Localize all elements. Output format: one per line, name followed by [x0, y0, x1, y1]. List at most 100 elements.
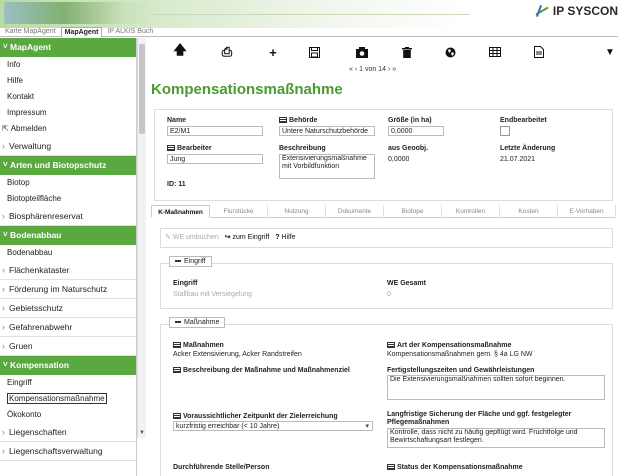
sidebar-scrollbar[interactable]: ▼ — [137, 38, 146, 438]
beschreibung-textarea[interactable]: Extensivierungsmaßnahme mit Vorbildfunkt… — [279, 154, 375, 179]
page-title: Kompensationsmaßnahme — [151, 81, 343, 98]
sidebar-cat-verwaltung[interactable]: Verwaltung — [0, 137, 136, 156]
globe-icon[interactable] — [441, 43, 459, 61]
sidebar-cat-flaechenkataster[interactable]: Flächenkataster — [0, 261, 136, 280]
sidebar-item-biotopteilflaeche[interactable]: Biotopteilfläche — [0, 191, 136, 207]
list-icon — [279, 117, 287, 124]
sidebar-cat-liegenschaftsverwaltung[interactable]: Liegenschaftsverwaltung — [0, 442, 136, 461]
eingriff-section-toggle[interactable]: Eingriff — [169, 256, 212, 267]
massnahme-section-toggle[interactable]: Maßnahme — [169, 317, 226, 328]
landscape-logo — [4, 2, 154, 24]
brand-name: IP SYSCON — [552, 4, 618, 18]
we-gesamt-field: WE Gesamt 0 — [387, 280, 587, 298]
art-label: Art der Kompensationsmaßnahme — [387, 342, 511, 349]
groesse-label: Größe (in ha) — [388, 117, 432, 124]
sidebar-cat-liegenschaften[interactable]: Liegenschaften — [0, 423, 136, 442]
name-input[interactable]: E2/M1 — [167, 126, 263, 136]
trash-icon[interactable] — [398, 43, 416, 61]
save-icon[interactable] — [305, 43, 323, 61]
massnahmen-value: Acker Extensivierung, Acker Randstreifen — [173, 351, 302, 358]
sidebar-item-label: Abmelden — [10, 124, 47, 133]
bearbeiter-label: Bearbeiter — [167, 145, 263, 154]
record-pager[interactable]: « ‹ 1 von 14 › » — [349, 66, 396, 73]
arrow-up-icon[interactable]: 🡅 — [171, 42, 189, 61]
header-banner: IP SYSCON — [0, 0, 618, 28]
tab-kosten[interactable]: Kosten — [500, 205, 558, 218]
stelle-label: Durchführende Stelle/Person — [173, 464, 270, 471]
eingriff-value: Stallbau mit Versiegelung — [173, 291, 252, 298]
sidebar-cat-gruen[interactable]: Gruen — [0, 337, 136, 356]
logout-icon: ⇱ — [2, 124, 9, 133]
fertigstellung-field: Fertigstellungszeiten und Gewährleistung… — [387, 365, 605, 400]
sidebar-item-biotop[interactable]: Biotop — [0, 175, 136, 191]
brand-mark-icon — [534, 4, 550, 18]
tab-karte-mapagent[interactable]: Karte MapAgent — [2, 27, 59, 36]
sidebar-cat-biosphaere[interactable]: Biosphärenreservat — [0, 207, 136, 226]
endbearbeitet-label: Endbearbeitet — [500, 117, 547, 124]
tab-kontrollen[interactable]: Kontrollen — [442, 205, 500, 218]
we-umbuchen-button[interactable]: ✎ WE umbuchen — [165, 234, 219, 241]
bearbeiter-input[interactable]: Jung — [167, 154, 263, 164]
sidebar-header-mapagent[interactable]: MapAgent — [0, 38, 136, 57]
massnahmen-field: Maßnahmen Acker Extensivierung, Acker Ra… — [173, 340, 373, 358]
status-label: Status der Kompensationsmaßnahme — [387, 464, 523, 471]
sidebar-item-eingriff[interactable]: Eingriff — [0, 375, 136, 391]
art-value: Kompensationsmaßnahmen gem. § 4a LG NW — [387, 351, 533, 358]
sidebar-item-bodenabbau[interactable]: Bodenabbau — [0, 245, 136, 261]
zeitpunkt-label: Voraussichtlicher Zeitpunkt der Zielerre… — [173, 413, 338, 420]
plus-icon[interactable]: + — [264, 43, 282, 61]
geoobj-field: aus Geoobj. 0,0000 — [388, 145, 458, 163]
sicherung-textarea[interactable]: Kontrolle, dass nicht zu häufig gepflügt… — [387, 428, 605, 448]
sidebar-item-oekokonto[interactable]: Ökokonto — [0, 407, 136, 423]
sidebar-header-kompensation[interactable]: Kompensation — [0, 355, 136, 375]
record-id: ID: 11 — [167, 181, 186, 190]
action-bar: ✎ WE umbuchen ↪ zum Eingriff ? Hilfe — [160, 228, 613, 248]
list-icon — [387, 464, 395, 471]
hilfe-button[interactable]: ? Hilfe — [275, 234, 295, 241]
sidebar-cat-foerderung[interactable]: Förderung im Naturschutz — [0, 280, 136, 299]
sidebar-item-info[interactable]: Info — [0, 57, 136, 73]
aenderung-label: Letzte Änderung — [500, 145, 556, 152]
tab-k-massnahmen[interactable]: K-Maßnahmen — [151, 205, 210, 218]
beschreibung-massnahme-label: Beschreibung der Maßnahme und Maßnahmenz… — [173, 367, 350, 374]
zum-eingriff-button[interactable]: ↪ zum Eingriff — [225, 234, 270, 241]
scrollbar-thumb[interactable] — [139, 44, 145, 134]
sidebar-item-kompensationsmassnahme[interactable]: Kompensationsmaßnahme — [0, 391, 136, 407]
list-icon — [387, 342, 395, 349]
tab-ip-alkis-buch[interactable]: IP ALKIS Buch — [104, 27, 156, 36]
status-field: Status der Kompensationsmaßnahme — [387, 462, 605, 471]
stelle-field: Durchführende Stelle/Person — [173, 462, 373, 471]
groesse-input[interactable]: 0,0000 — [388, 126, 444, 136]
behoerde-input[interactable]: Untere Naturschutzbehörde — [279, 126, 375, 136]
sidebar-cat-gefahrenabwehr[interactable]: Gefahrenabwehr — [0, 318, 136, 337]
tab-e-vorhaben[interactable]: E-Vorhaben — [558, 205, 616, 218]
document-icon[interactable] — [530, 43, 548, 61]
eingriff-field: Eingriff Stallbau mit Versiegelung — [173, 280, 373, 298]
table-icon[interactable] — [486, 43, 504, 61]
pencil-icon: ✎ — [165, 234, 173, 241]
sidebar-item-hilfe[interactable]: Hilfe — [0, 73, 136, 89]
we-gesamt-label: WE Gesamt — [387, 280, 426, 287]
scroll-down-icon[interactable]: ▼ — [139, 430, 145, 436]
zeitpunkt-select[interactable]: kurzfristig erreichbar (< 10 Jahre) — [173, 421, 373, 431]
tab-flurstuecke[interactable]: Flurstücke — [210, 205, 268, 218]
top-tab-bar: Karte MapAgent MapAgent IP ALKIS Buch — [0, 27, 618, 37]
filter-icon[interactable]: ▼ — [601, 43, 618, 61]
tab-mapagent[interactable]: MapAgent — [60, 27, 103, 37]
sidebar-header-arten[interactable]: Arten und Biotopschutz — [0, 155, 136, 175]
tab-nutzung[interactable]: Nutzung — [268, 205, 326, 218]
sidebar-cat-gebietsschutz[interactable]: Gebietsschutz — [0, 299, 136, 318]
sidebar-item-abmelden[interactable]: ⇱ Abmelden — [0, 121, 136, 137]
endbearbeitet-checkbox[interactable] — [500, 126, 510, 136]
print-icon[interactable]: ⎙ — [218, 43, 236, 61]
camera-icon[interactable] — [353, 43, 371, 61]
sidebar-item-impressum[interactable]: Impressum — [0, 105, 136, 121]
sidebar-item-kontakt[interactable]: Kontakt — [0, 89, 136, 105]
tab-dokumente[interactable]: Dokumente — [326, 205, 384, 218]
massnahmen-label: Maßnahmen — [173, 342, 224, 349]
sidebar-header-bodenabbau[interactable]: Bodenabbau — [0, 225, 136, 245]
sicherung-field: Langfristige Sicherung der Fläche und gg… — [387, 411, 605, 448]
tab-biotope[interactable]: Biotope — [384, 205, 442, 218]
fertigstellung-textarea[interactable]: Die Extensivierungsmaßnahmen sollten sof… — [387, 375, 605, 400]
behoerde-label: Behörde — [279, 117, 375, 126]
